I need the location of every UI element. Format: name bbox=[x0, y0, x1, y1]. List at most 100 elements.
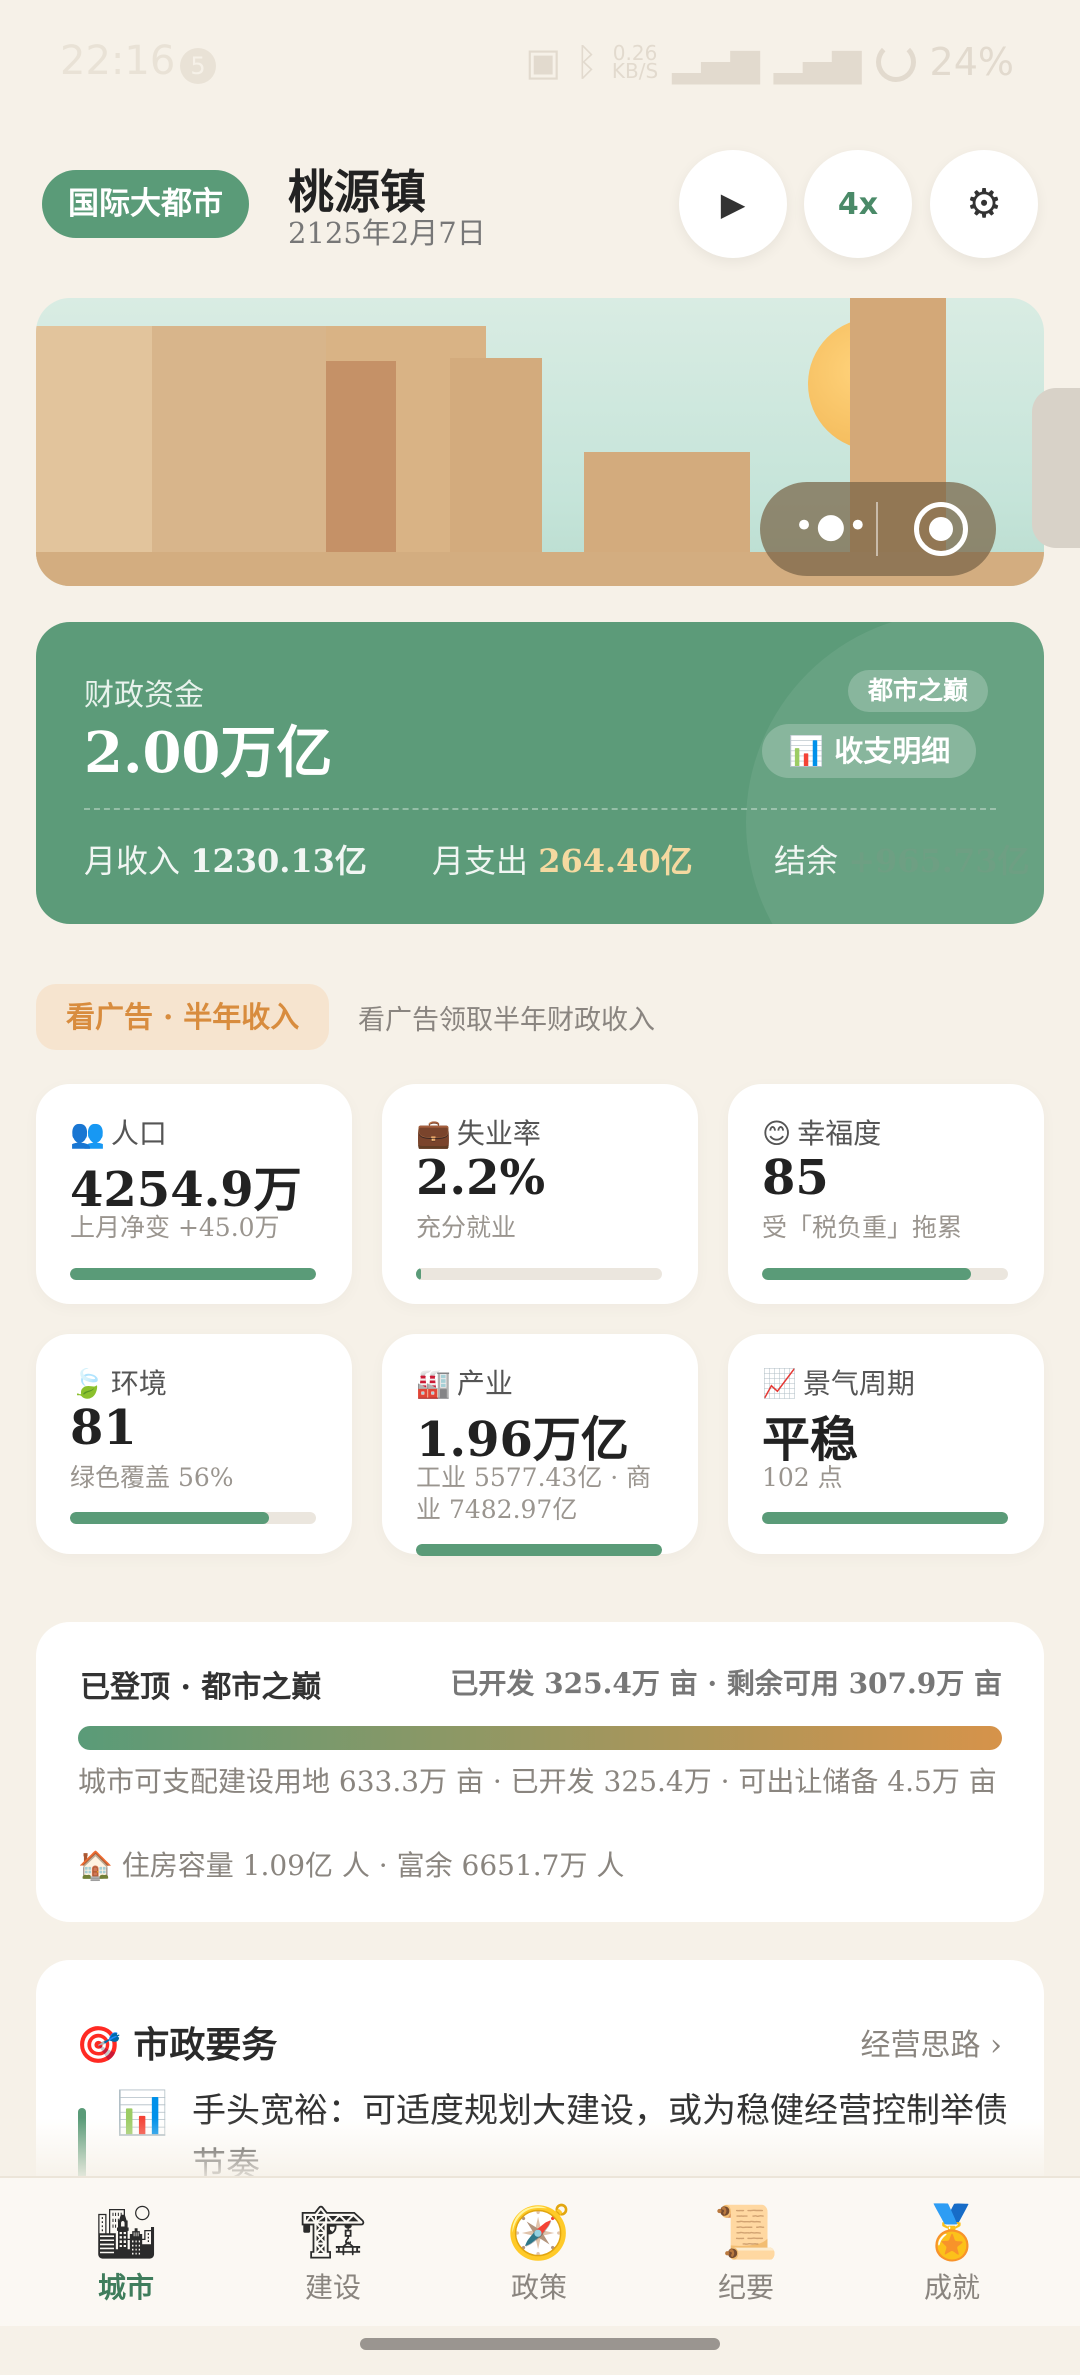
land-detail: 城市可支配建设用地 633.3万 亩 · 已开发 325.4万 · 可出让储备 … bbox=[78, 1765, 997, 1798]
land-title: 已登顶 · 都市之巅 bbox=[80, 1670, 322, 1705]
stat-icon: 🍃 bbox=[70, 1367, 105, 1400]
stat-progress-fill bbox=[70, 1512, 270, 1524]
stat-card[interactable]: 🍃 环境 81 绿色覆盖 56% bbox=[36, 1334, 352, 1554]
stat-progress-bar bbox=[70, 1268, 316, 1280]
side-drawer-handle[interactable] bbox=[1032, 388, 1080, 548]
watch-ad-button[interactable]: 看广告 · 半年收入 bbox=[36, 984, 330, 1050]
stat-progress-fill bbox=[70, 1268, 316, 1280]
land-panel: 已登顶 · 都市之巅 已开发 325.4万 亩 · 剩余可用 307.9万 亩 … bbox=[36, 1622, 1044, 1922]
gear-icon: ⚙ bbox=[966, 181, 1002, 227]
finance-card: 财政资金 2.00万亿 都市之巅 📊 收支明细 月收入 1230.13亿 月支出… bbox=[36, 622, 1044, 924]
capsule-divider bbox=[876, 502, 878, 556]
ad-description: 看广告领取半年财政收入 bbox=[358, 1005, 655, 1036]
stat-card[interactable]: 😊 幸福度 85 受「税负重」拖累 bbox=[728, 1084, 1044, 1304]
stat-progress-fill bbox=[416, 1544, 662, 1556]
stat-subtext: 绿色覆盖 56% bbox=[70, 1463, 234, 1492]
peak-badge: 都市之巅 bbox=[848, 670, 989, 712]
nav-label: 城市 bbox=[97, 2271, 154, 2304]
city-tier-badge: 国际大都市 bbox=[42, 170, 249, 238]
stat-icon: 📈 bbox=[762, 1367, 797, 1400]
stat-icon: 💼 bbox=[416, 1117, 451, 1150]
settings-button[interactable]: ⚙ bbox=[930, 150, 1038, 258]
stat-progress-fill bbox=[762, 1268, 972, 1280]
stat-card[interactable]: 📈 景气周期平稳 102 点 bbox=[728, 1334, 1044, 1554]
bottom-nav: 🏙 城市 🏗 建设 🧭 政策 📜 纪要 🏅 成就 bbox=[0, 2176, 1080, 2326]
notification-badge: 5 bbox=[180, 48, 216, 84]
achievements-icon: 🏅 bbox=[919, 2203, 985, 2263]
battery-level: 24% bbox=[929, 40, 1014, 84]
stat-subtext: 上月净变 +45.0万 bbox=[70, 1213, 280, 1242]
policy-icon: 🧭 bbox=[506, 2203, 572, 2263]
nav-label: 建设 bbox=[304, 2271, 361, 2304]
stat-subtext: 工业 5577.43亿 · 商业 7482.97亿 bbox=[416, 1463, 652, 1524]
stat-card[interactable]: 💼 失业率 2.2% 充分就业 bbox=[382, 1084, 698, 1304]
finance-detail-button[interactable]: 📊 收支明细 bbox=[762, 724, 977, 778]
building bbox=[152, 326, 342, 586]
chart-icon: 📊 bbox=[788, 734, 825, 768]
housing-capacity: 🏠 住房容量 1.09亿 人 · 富余 6651.7万 人 bbox=[78, 1849, 625, 1882]
stat-value: 85 bbox=[762, 1150, 829, 1206]
stat-progress-bar bbox=[70, 1512, 316, 1524]
stat-subtext: 充分就业 bbox=[416, 1213, 517, 1242]
finance-amount: 2.00万亿 bbox=[84, 720, 333, 786]
close-miniprogram-button[interactable] bbox=[914, 502, 968, 556]
signal-5g-icon: ▂▄▆ bbox=[773, 40, 862, 84]
divider bbox=[84, 808, 996, 810]
miniprogram-capsule: •●• bbox=[760, 482, 996, 576]
nav-label: 政策 bbox=[510, 2271, 567, 2304]
nav-tab-achievements[interactable]: 🏅 成就 bbox=[877, 2202, 1027, 2306]
home-indicator[interactable] bbox=[360, 2338, 720, 2350]
nav-tab-policy[interactable]: 🧭 政策 bbox=[464, 2202, 614, 2306]
status-bar: 22:16 5 ▣ ᛒ 0.26 KB/S ▂▄▆ ▂▄▆ 24% bbox=[0, 0, 1080, 130]
stat-title: 💼 失业率 bbox=[416, 1117, 541, 1150]
stat-value: 1.96万亿 bbox=[416, 1412, 629, 1468]
game-date: 2125年2月7日 bbox=[288, 216, 486, 250]
city-icon: 🏙 bbox=[92, 2203, 159, 2263]
stat-subtext: 受「税负重」拖累 bbox=[762, 1213, 963, 1242]
stat-progress-bar bbox=[762, 1268, 1008, 1280]
stat-progress-bar bbox=[762, 1512, 1008, 1524]
stat-progress-bar bbox=[416, 1544, 662, 1556]
stat-card[interactable]: 🏭 产业 1.96万亿 工业 5577.43亿 · 商业 7482.97亿 bbox=[382, 1334, 698, 1556]
nav-label: 纪要 bbox=[717, 2271, 774, 2304]
build-icon: 🏗 bbox=[299, 2203, 366, 2263]
strategy-link[interactable]: 经营思路 › bbox=[860, 2020, 1002, 2064]
stat-title: 📈 景气周期 bbox=[762, 1367, 915, 1400]
stat-subtext: 102 点 bbox=[762, 1463, 843, 1492]
play-button[interactable]: ▶ bbox=[679, 150, 787, 258]
nfc-icon: ▣ bbox=[525, 40, 562, 84]
stat-title: 🏭 产业 bbox=[416, 1367, 513, 1400]
stat-icon: 👥 bbox=[70, 1117, 105, 1150]
nav-label: 成就 bbox=[923, 2271, 980, 2304]
nav-tab-build[interactable]: 🏗 建设 bbox=[258, 2202, 408, 2306]
play-icon: ▶ bbox=[720, 185, 746, 223]
stat-value: 4254.9万 bbox=[70, 1162, 302, 1218]
stat-icon: 🏭 bbox=[416, 1367, 451, 1400]
signal-icon: ▂▄▆ bbox=[672, 40, 760, 84]
tasks-title: 🎯 市政要务 bbox=[76, 2024, 278, 2066]
nav-tab-records[interactable]: 📜 纪要 bbox=[671, 2202, 821, 2306]
stat-progress-fill bbox=[416, 1268, 422, 1280]
nav-tab-city[interactable]: 🏙 城市 bbox=[51, 2202, 201, 2306]
bluetooth-icon: ᛒ bbox=[575, 40, 598, 84]
stat-progress-fill bbox=[762, 1512, 1008, 1524]
more-menu-button[interactable]: •●• bbox=[794, 506, 870, 546]
stat-icon: 😊 bbox=[762, 1117, 792, 1150]
stat-value: 2.2% bbox=[416, 1150, 546, 1206]
stat-title: 😊 幸福度 bbox=[762, 1117, 882, 1150]
land-summary: 已开发 325.4万 亩 · 剩余可用 307.9万 亩 bbox=[450, 1667, 1002, 1700]
land-progress-bar bbox=[78, 1726, 1002, 1750]
scroll-fade bbox=[0, 2118, 1080, 2178]
net-speed: 0.26 KB/S bbox=[611, 41, 659, 83]
monthly-balance: 结余 +965.73亿 bbox=[774, 842, 1030, 880]
records-icon: 📜 bbox=[713, 2203, 779, 2263]
monthly-income: 月收入 1230.13亿 bbox=[84, 842, 367, 880]
status-icons: ▣ ᛒ 0.26 KB/S ▂▄▆ ▂▄▆ 24% bbox=[525, 40, 1014, 84]
stat-card[interactable]: 👥 人口 4254.9万 上月净变 +45.0万 bbox=[36, 1084, 352, 1304]
stat-value: 平稳 bbox=[762, 1412, 859, 1468]
monthly-expense: 月支出 264.40亿 bbox=[432, 842, 693, 880]
stat-title: 🍃 环境 bbox=[70, 1367, 167, 1400]
battery-icon bbox=[875, 42, 916, 82]
stat-title: 👥 人口 bbox=[70, 1117, 167, 1150]
speed-button[interactable]: 4x bbox=[804, 150, 912, 258]
